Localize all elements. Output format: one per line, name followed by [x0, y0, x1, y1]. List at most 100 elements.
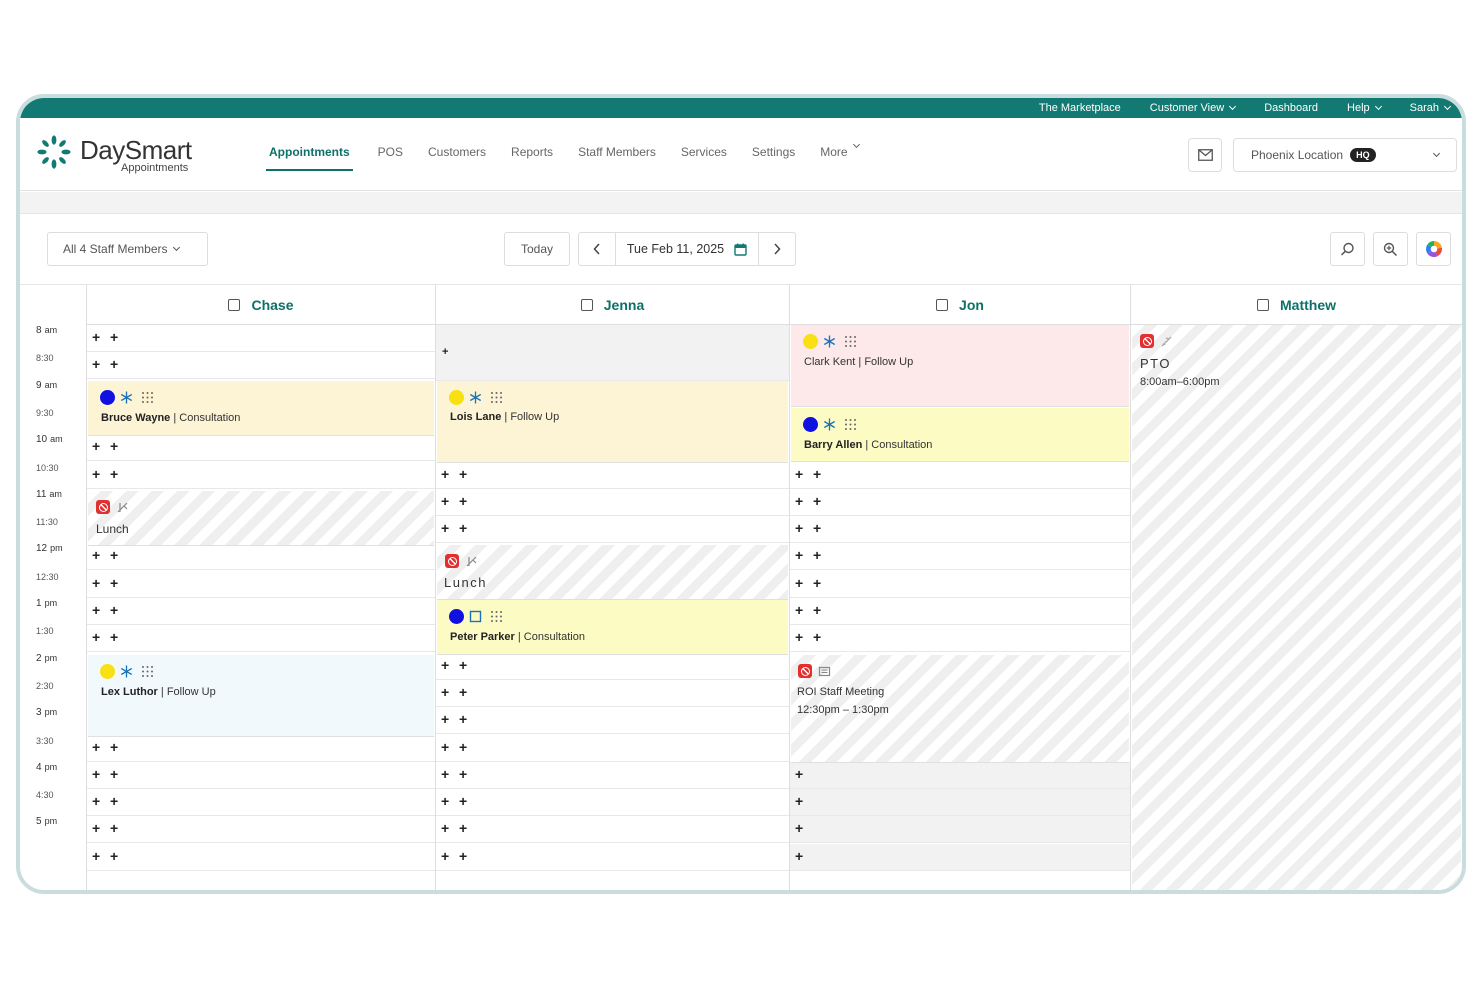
location-select[interactable]: Phoenix Location HQ [1233, 138, 1457, 172]
empty-time-slot[interactable]: + + [87, 816, 435, 843]
add-appointment-icon[interactable]: + [92, 767, 100, 781]
empty-time-slot[interactable]: + + [790, 598, 1130, 625]
add-appointment-icon[interactable]: + [110, 603, 118, 617]
empty-time-slot[interactable]: + + [436, 762, 789, 789]
nav-services[interactable]: Services [681, 145, 727, 171]
add-appointment-icon[interactable]: + [459, 467, 467, 481]
blocked-lunch-chase[interactable]: Lunch [88, 491, 434, 546]
nav-staff-members[interactable]: Staff Members [578, 145, 656, 171]
empty-time-slot[interactable]: + [790, 762, 1130, 789]
staff-checkbox[interactable] [1257, 298, 1269, 311]
empty-time-slot[interactable]: + + [436, 789, 789, 816]
empty-time-slot[interactable]: + + [436, 462, 789, 489]
empty-time-slot[interactable]: + + [87, 625, 435, 652]
color-legend-button[interactable] [1416, 232, 1451, 266]
today-button[interactable]: Today [504, 232, 570, 266]
add-appointment-icon[interactable]: + [813, 467, 821, 481]
empty-time-slot[interactable]: + + [436, 653, 789, 680]
empty-time-slot[interactable]: + + [436, 844, 789, 871]
add-appointment-icon[interactable]: + [110, 357, 118, 371]
add-appointment-icon[interactable]: + [110, 821, 118, 835]
customer-view-menu[interactable]: Customer View [1150, 102, 1237, 114]
add-appointment-icon[interactable]: + [459, 712, 467, 726]
add-appointment-icon[interactable]: + [795, 767, 803, 781]
add-appointment-icon[interactable]: + [813, 576, 821, 590]
nav-customers[interactable]: Customers [428, 145, 486, 171]
blocked-pto[interactable]: PTO 8:00am–6:00pm [1132, 325, 1461, 890]
add-appointment-icon[interactable]: + [92, 467, 100, 481]
empty-time-slot[interactable]: + + [436, 680, 789, 707]
next-day-button[interactable] [759, 233, 795, 265]
empty-time-slot[interactable]: + + [87, 789, 435, 816]
add-appointment-icon[interactable]: + [441, 849, 449, 863]
add-appointment-icon[interactable]: + [92, 439, 100, 453]
add-appointment-icon[interactable]: + [110, 849, 118, 863]
empty-time-slot[interactable]: + [790, 844, 1130, 871]
add-appointment-icon[interactable]: + [441, 821, 449, 835]
add-appointment-icon[interactable]: + [110, 576, 118, 590]
staff-filter-select[interactable]: All 4 Staff Members [47, 232, 208, 266]
date-picker[interactable]: Tue Feb 11, 2025 [615, 233, 759, 265]
empty-time-slot[interactable]: + + [87, 434, 435, 461]
add-appointment-icon[interactable]: + [795, 576, 803, 590]
add-appointment-icon[interactable]: + [92, 821, 100, 835]
empty-time-slot[interactable]: + [790, 789, 1130, 816]
add-appointment-icon[interactable]: + [795, 603, 803, 617]
search-button[interactable] [1330, 232, 1365, 266]
empty-time-slot[interactable]: + + [87, 735, 435, 762]
add-appointment-icon[interactable]: + [441, 767, 449, 781]
add-appointment-icon[interactable]: + [110, 439, 118, 453]
help-menu[interactable]: Help [1347, 102, 1382, 114]
user-menu[interactable]: Sarah [1410, 102, 1452, 114]
empty-time-slot[interactable]: + + [87, 325, 435, 352]
appointment-peter-parker[interactable]: Peter Parker | Consultation [437, 600, 788, 655]
add-appointment-icon[interactable]: + [110, 330, 118, 344]
add-appointment-icon[interactable]: + [459, 821, 467, 835]
staff-checkbox[interactable] [580, 298, 593, 311]
blocked-lunch-jenna[interactable]: Lunch [437, 545, 788, 600]
nav-settings[interactable]: Settings [752, 145, 795, 171]
empty-time-slot[interactable]: + + [790, 571, 1130, 598]
add-appointment-icon[interactable]: + [92, 330, 100, 344]
add-appointment-icon[interactable]: + [110, 467, 118, 481]
blocked-staff-meeting[interactable]: ROI Staff Meeting 12:30pm – 1:30pm [791, 655, 1129, 763]
add-appointment-icon[interactable]: + [459, 494, 467, 508]
empty-time-slot[interactable]: + + [436, 489, 789, 516]
add-appointment-icon[interactable]: + [813, 603, 821, 617]
add-appointment-icon[interactable]: + [459, 849, 467, 863]
add-appointment-icon[interactable]: + [441, 740, 449, 754]
empty-time-slot[interactable]: + + [87, 352, 435, 379]
add-appointment-icon[interactable]: + [795, 794, 803, 808]
nav-reports[interactable]: Reports [511, 145, 553, 171]
add-appointment-icon[interactable]: + [795, 521, 803, 535]
marketplace-link[interactable]: The Marketplace [1039, 102, 1121, 114]
nav-more[interactable]: More [820, 140, 860, 171]
add-appointment-icon[interactable]: + [110, 630, 118, 644]
nav-appointments[interactable]: Appointments [266, 145, 353, 171]
appointment-lois-lane[interactable]: Lois Lane | Follow Up [437, 381, 788, 463]
nav-pos[interactable]: POS [378, 145, 403, 171]
staff-checkbox[interactable] [228, 298, 241, 311]
appointment-lex-luthor[interactable]: Lex Luthor | Follow Up [88, 655, 434, 737]
add-appointment-icon[interactable]: + [441, 685, 449, 699]
add-appointment-icon[interactable]: + [813, 630, 821, 644]
empty-time-slot[interactable]: + [790, 816, 1130, 843]
empty-time-slot[interactable]: + + [790, 625, 1130, 652]
add-appointment-icon[interactable]: + [92, 603, 100, 617]
empty-time-slot[interactable]: + + [436, 735, 789, 762]
add-appointment-icon[interactable]: + [795, 467, 803, 481]
add-appointment-icon[interactable]: + [813, 548, 821, 562]
add-appointment-icon[interactable]: + [459, 521, 467, 535]
add-appointment-icon[interactable]: + [795, 849, 803, 863]
zoom-button[interactable] [1373, 232, 1408, 266]
add-appointment-icon[interactable]: + [110, 548, 118, 562]
empty-time-slot[interactable]: + + [87, 844, 435, 871]
add-appointment-icon[interactable]: + [459, 658, 467, 672]
add-appointment-icon[interactable]: + [92, 630, 100, 644]
add-appointment-icon[interactable]: + [813, 521, 821, 535]
add-appointment-icon[interactable]: + [795, 494, 803, 508]
add-appointment-icon[interactable]: + [110, 794, 118, 808]
appointment-bruce-wayne[interactable]: Bruce Wayne | Consultation [88, 381, 434, 436]
add-appointment-icon[interactable]: + [441, 467, 449, 481]
add-appointment-icon[interactable]: + [459, 740, 467, 754]
